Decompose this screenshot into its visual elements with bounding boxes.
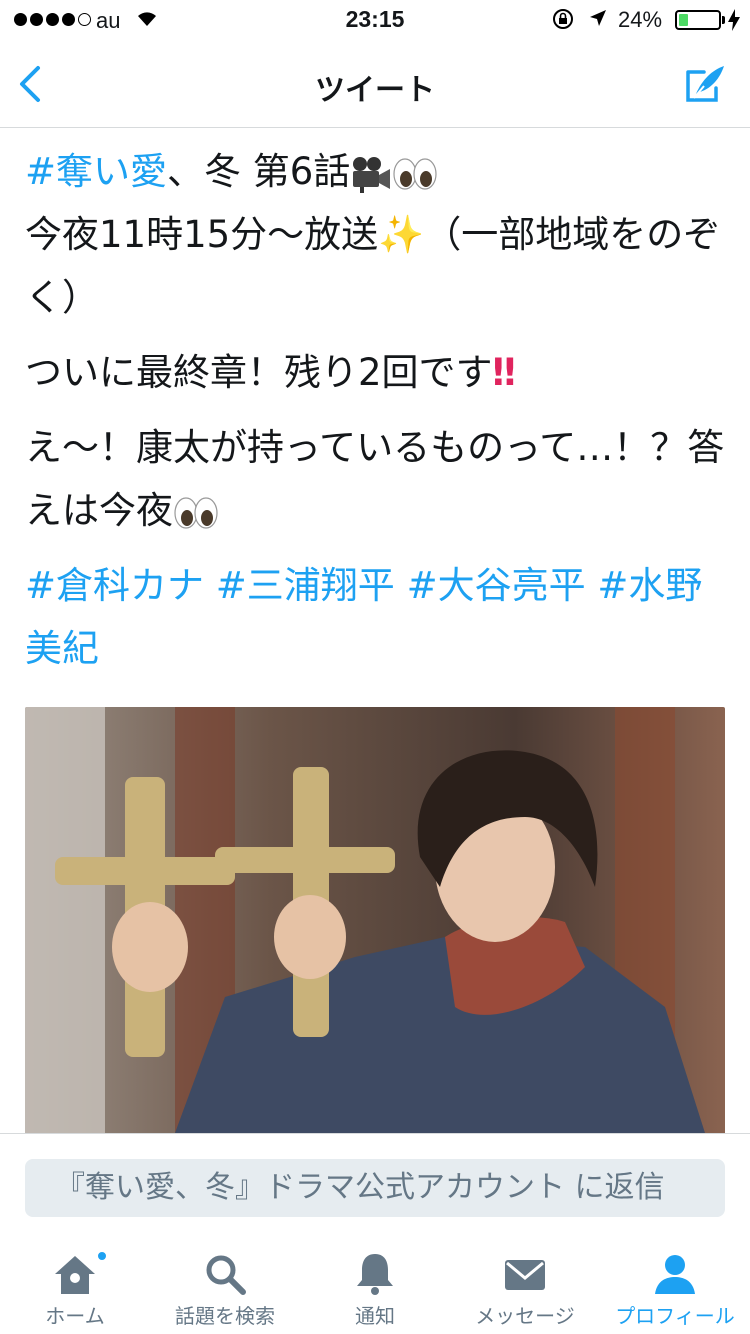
tweet-paragraph-1: #奪い愛、冬 第6話 今夜11時15分〜放送✨（一部地域をのぞく） (25, 140, 725, 329)
tab-label: 通知 (355, 1304, 395, 1328)
navigation-bar: ツイート (0, 40, 750, 128)
location-arrow-icon (590, 10, 606, 26)
hashtag-link[interactable]: #三浦翔平 (216, 564, 395, 607)
photo-illustration (25, 707, 725, 1133)
teaser-text: え〜！康太が持っているものって…！？答えは今夜 (25, 426, 725, 532)
unread-dot (96, 1250, 108, 1262)
page-title: ツイート (315, 73, 435, 108)
battery-cap (722, 16, 725, 24)
profile-icon (655, 1255, 695, 1294)
battery-fill (679, 14, 689, 26)
tweet-body: #奪い愛、冬 第6話 今夜11時15分〜放送✨（一部地域をのぞく） ついに最終章… (25, 140, 725, 692)
charging-bolt-icon (728, 9, 740, 31)
home-icon (55, 1256, 95, 1294)
movie-camera-emoji-icon (353, 156, 391, 193)
hashtag-link[interactable]: #倉科カナ (25, 564, 204, 607)
compose-tweet-icon[interactable] (682, 62, 728, 106)
tab-label: 話題を検索 (175, 1304, 275, 1328)
status-bar: au 23:15 24% (0, 0, 750, 40)
battery-icon (675, 10, 721, 30)
tweet-title-text: 、冬 第6話 (167, 150, 351, 193)
bell-icon (357, 1254, 393, 1295)
reply-bar: 『奪い愛、冬』ドラマ公式アカウント に返信 (0, 1133, 750, 1236)
final-chapter-text: ついに最終章！残り2回です (25, 351, 493, 394)
tweet-hashtags: #倉科カナ #三浦翔平 #大谷亮平 #水野美紀 (25, 554, 725, 680)
tab-label: プロフィール (615, 1304, 735, 1328)
tab-search[interactable]: 話題を検索 (150, 1236, 300, 1334)
search-icon (206, 1255, 246, 1295)
tab-home[interactable]: ホーム (0, 1236, 150, 1334)
tab-label: ホーム (45, 1304, 105, 1328)
tweet-photo[interactable] (25, 707, 725, 1133)
tweet-paragraph-3: え〜！康太が持っているものって…！？答えは今夜 (25, 416, 725, 542)
rotation-lock-icon (553, 9, 573, 29)
reply-input[interactable]: 『奪い愛、冬』ドラマ公式アカウント に返信 (25, 1159, 725, 1217)
battery-percent: 24% (618, 7, 663, 32)
air-time-text: 今夜11時15分〜放送 (25, 213, 379, 256)
hashtag-link[interactable]: #大谷亮平 (407, 564, 586, 607)
hashtag-link[interactable]: #奪い愛 (25, 150, 167, 193)
tab-messages[interactable]: メッセージ (450, 1236, 600, 1334)
tab-bar: ホーム 話題を検索 通知 メッセージ プロフィール (0, 1236, 750, 1334)
eyes-emoji-icon (174, 496, 218, 529)
sparkles-emoji-icon: ✨ (378, 213, 425, 256)
envelope-icon (505, 1260, 545, 1290)
double-exclamation-emoji-icon: ‼ (492, 351, 516, 394)
tab-notifications[interactable]: 通知 (300, 1236, 450, 1334)
tweet-paragraph-2: ついに最終章！残り2回です‼ (25, 341, 725, 404)
tab-profile[interactable]: プロフィール (600, 1236, 750, 1334)
tab-label: メッセージ (475, 1304, 575, 1328)
eyes-emoji-icon (393, 157, 437, 190)
